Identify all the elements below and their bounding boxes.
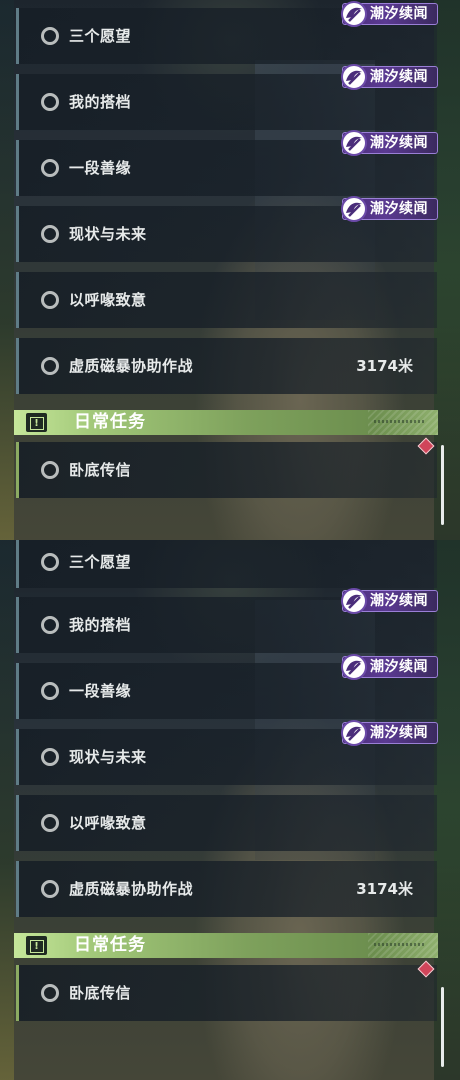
quest-tag-label: 潮汐续闻 [370,69,428,85]
quest-tag: 潮汐续闻 [341,130,438,156]
quest-list: 三个愿望 我的搭档 潮汐续闻 一段善缘 潮汐续闻 现状与未来 潮汐续闻 以呼喙致… [0,540,460,1080]
quest-status-icon [41,814,59,832]
quest-row-daily[interactable]: 卧底传信 [16,965,437,1021]
tidal-wave-emblem-icon [341,1,367,27]
quest-tag-label: 潮汐续闻 [370,6,428,22]
quest-status-icon [41,984,59,1002]
quest-status-icon [41,357,59,375]
quest-title: 我的搭档 [69,93,132,111]
quest-tag: 潮汐续闻 [341,1,438,27]
quest-title: 三个愿望 [69,27,132,45]
quest-row[interactable]: 虚质磁暴协助作战 3174米 [16,861,437,917]
quest-status-icon [41,93,59,111]
quest-status-icon [41,291,59,309]
tidal-wave-emblem-icon [341,64,367,90]
tidal-wave-emblem-icon [341,720,367,746]
scrollbar-thumb[interactable] [441,987,444,1067]
quest-panel-bottom: 三个愿望 我的搭档 潮汐续闻 一段善缘 潮汐续闻 现状与未来 潮汐续闻 以呼喙致… [0,540,460,1080]
section-decoration [374,943,426,946]
quest-list: 三个愿望 潮汐续闻 我的搭档 潮汐续闻 一段善缘 潮汐续闻 现状与未来 潮汐续闻… [0,0,460,540]
scrollbar-thumb[interactable] [441,445,444,525]
quest-title: 现状与未来 [69,748,147,766]
tidal-wave-emblem-icon [341,130,367,156]
quest-title: 虚质磁暴协助作战 [69,357,194,375]
section-title: 日常任务 [74,412,146,432]
section-title: 日常任务 [74,935,146,955]
quest-title: 以呼喙致意 [69,291,147,309]
quest-status-icon [41,553,59,571]
quest-tag: 潮汐续闻 [341,720,438,746]
quest-tag: 潮汐续闻 [341,64,438,90]
quest-status-icon [41,27,59,45]
quest-tag-label: 潮汐续闻 [370,593,428,609]
quest-status-icon [41,461,59,479]
quest-tag: 潮汐续闻 [341,196,438,222]
quest-tag: 潮汐续闻 [341,588,438,614]
quest-title: 一段善缘 [69,682,132,700]
quest-title: 以呼喙致意 [69,814,147,832]
quest-row[interactable]: 以呼喙致意 [16,795,437,851]
quest-panel-top: 三个愿望 潮汐续闻 我的搭档 潮汐续闻 一段善缘 潮汐续闻 现状与未来 潮汐续闻… [0,0,460,540]
quest-title: 我的搭档 [69,616,132,634]
section-header-daily[interactable]: ! 日常任务 [14,410,438,435]
tidal-wave-emblem-icon [341,196,367,222]
section-header-daily[interactable]: ! 日常任务 [14,933,438,958]
quest-status-icon [41,682,59,700]
quest-title: 卧底传信 [69,461,132,479]
quest-tag-label: 潮汐续闻 [370,725,428,741]
quest-status-icon [41,748,59,766]
quest-tag-label: 潮汐续闻 [370,659,428,675]
quest-status-icon [41,880,59,898]
quest-distance: 3174米 [356,357,413,375]
quest-status-icon [41,225,59,243]
quest-title: 一段善缘 [69,159,132,177]
quest-tag-label: 潮汐续闻 [370,201,428,217]
quest-row[interactable]: 以呼喙致意 [16,272,437,328]
quest-row[interactable]: 虚质磁暴协助作战 3174米 [16,338,437,394]
tidal-wave-emblem-icon [341,654,367,680]
quest-row-daily[interactable]: 卧底传信 [16,442,437,498]
quest-tag-label: 潮汐续闻 [370,135,428,151]
quest-status-icon [41,159,59,177]
exclamation-box-icon: ! [26,936,47,955]
quest-title: 现状与未来 [69,225,147,243]
quest-tag: 潮汐续闻 [341,654,438,680]
quest-status-icon [41,616,59,634]
tidal-wave-emblem-icon [341,588,367,614]
quest-title: 卧底传信 [69,984,132,1002]
section-decoration [374,420,426,423]
quest-row[interactable]: 三个愿望 [16,540,437,588]
exclamation-box-icon: ! [26,413,47,432]
quest-title: 三个愿望 [69,553,132,571]
quest-distance: 3174米 [356,880,413,898]
quest-title: 虚质磁暴协助作战 [69,880,194,898]
